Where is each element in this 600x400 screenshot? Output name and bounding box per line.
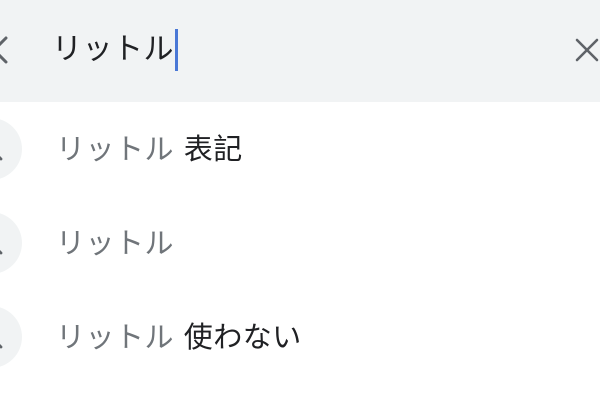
suggestion-label: リットル — [56, 221, 174, 265]
suggestion-label: リットル 使わない — [56, 315, 302, 359]
suggestion-item[interactable]: リットル 使わない — [0, 290, 600, 384]
search-query-text: リットル — [52, 32, 174, 67]
back-button[interactable] — [0, 22, 22, 78]
search-screen: リットル リットル 表記 リットル リットル 使わない — [0, 0, 600, 400]
suggestion-completion: 使わない — [174, 320, 302, 354]
chevron-left-icon — [0, 36, 8, 64]
search-bar: リットル — [0, 0, 600, 102]
search-icon — [0, 212, 22, 274]
suggestion-match: リットル — [56, 320, 175, 354]
suggestion-item[interactable]: リットル 表記 — [0, 102, 600, 196]
suggestion-item[interactable]: リットル — [0, 196, 600, 290]
clear-button[interactable] — [574, 28, 600, 72]
suggestion-completion: 表記 — [174, 132, 243, 166]
close-icon — [575, 38, 599, 62]
search-icon — [0, 118, 22, 180]
text-caret — [175, 29, 178, 71]
search-input[interactable]: リットル — [52, 28, 178, 72]
suggestion-match: リットル — [56, 132, 175, 166]
suggestion-match: リットル — [56, 226, 175, 260]
suggestion-label: リットル 表記 — [56, 127, 243, 171]
search-icon — [0, 306, 22, 368]
